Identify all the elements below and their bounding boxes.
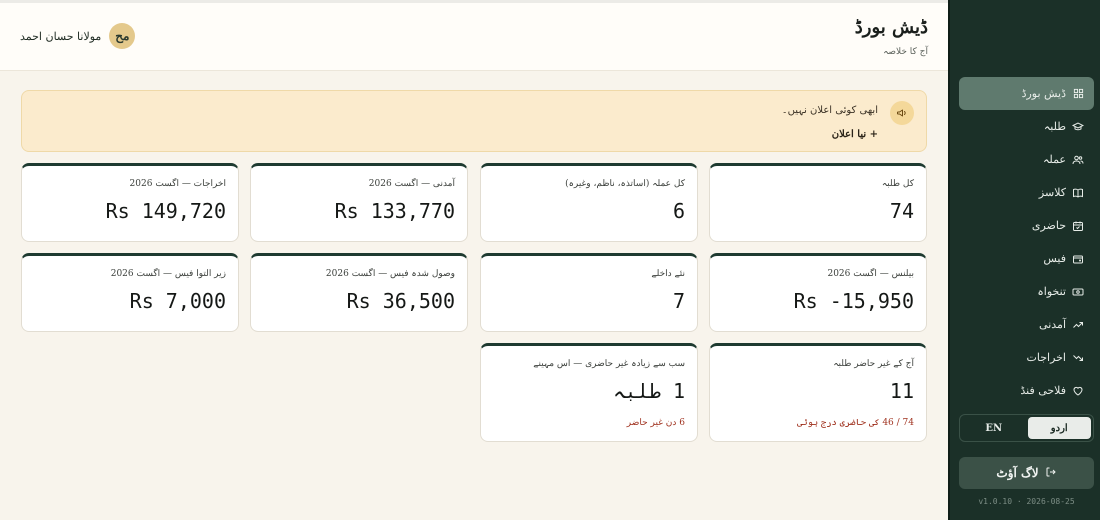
card-fees-received: وصول شدہ فیس — اگست 2026 Rs 36,500	[250, 253, 468, 332]
card-label: اخراجات — اگست 2026	[129, 179, 226, 189]
users-icon	[1072, 154, 1084, 166]
graduation-cap-icon	[1072, 121, 1084, 133]
card-value: Rs 36,500	[346, 289, 455, 313]
card-income: آمدنی — اگست 2026 Rs 133,770	[250, 163, 468, 242]
card-value: 74	[889, 199, 914, 223]
announcement-text: ابھی کوئی اعلان نہیں۔	[781, 105, 878, 116]
card-value: 6	[672, 199, 685, 223]
sidebar-item-label: تنخواہ	[1037, 285, 1066, 298]
sidebar-item-label: فیس	[1043, 252, 1066, 265]
card-value: Rs 149,720	[105, 199, 226, 223]
card-absent-today[interactable]: آج کے غیر حاضر طلبہ 11 74 / 46 کی حاضری …	[709, 343, 927, 442]
sidebar-item-classes[interactable]: کلاسز	[959, 176, 1094, 209]
trending-up-icon	[1072, 319, 1084, 331]
sidebar-item-label: فلاحی فنڈ	[1020, 384, 1066, 397]
new-announcement-link[interactable]: + نیا اعلان	[832, 129, 878, 140]
language-switcher: EN اردو	[959, 414, 1094, 442]
calendar-check-icon	[1072, 220, 1084, 232]
sidebar-item-expenses[interactable]: اخراجات	[959, 341, 1094, 374]
card-label: زیر التوا فیس — اگست 2026	[110, 269, 226, 279]
card-label: آمدنی — اگست 2026	[368, 179, 455, 189]
cash-icon	[1072, 286, 1084, 298]
page-title: ڈیش بورڈ	[854, 17, 928, 38]
logout-label: لاگ آؤٹ	[996, 466, 1039, 480]
avatar[interactable]: مح	[109, 23, 136, 49]
sidebar-edge	[948, 0, 950, 520]
sidebar-nav: ڈیش بورڈ طلبہ عملہ کلاسز حاضری فیس تنخوا…	[959, 77, 1094, 407]
card-label: آج کے غیر حاضر طلبہ	[833, 359, 914, 369]
sidebar-item-label: کلاسز	[1038, 186, 1066, 199]
wallet-icon	[1072, 253, 1084, 265]
sidebar-item-welfare-fund[interactable]: فلاحی فنڈ	[959, 374, 1094, 407]
megaphone-icon	[890, 101, 914, 125]
sidebar-item-salary[interactable]: تنخواہ	[959, 275, 1094, 308]
card-value: 7	[672, 289, 685, 313]
card-fees-pending: زیر التوا فیس — اگست 2026 Rs 7,000	[21, 253, 239, 332]
main-area: مح مولانا حسان احمد ڈیش بورڈ آج کا خلاصہ…	[0, 0, 948, 520]
lang-en-button[interactable]: EN	[962, 417, 1026, 439]
sidebar-item-attendance[interactable]: حاضری	[959, 209, 1094, 242]
card-new-admissions: نئے داخلے 7	[480, 253, 698, 332]
sidebar-item-label: طلبہ	[1043, 120, 1066, 133]
card-label: بیلنس — اگست 2026	[827, 269, 914, 279]
page-header: مح مولانا حسان احمد ڈیش بورڈ آج کا خلاصہ	[0, 3, 948, 71]
version-text: v1.0.10 · 2026-08-25	[978, 497, 1075, 506]
card-label: کل عملہ (اساتذہ، ناظم، وغیرہ)	[565, 179, 685, 189]
card-value: Rs 7,000	[129, 289, 226, 313]
sidebar-item-income[interactable]: آمدنی	[959, 308, 1094, 341]
logout-button[interactable]: لاگ آؤٹ	[959, 457, 1094, 489]
sidebar-item-staff[interactable]: عملہ	[959, 143, 1094, 176]
heart-icon	[1072, 385, 1084, 397]
page-subtitle: آج کا خلاصہ	[883, 47, 928, 57]
sidebar-item-label: عملہ	[1042, 153, 1066, 166]
card-value: Rs 133,770	[334, 199, 455, 223]
sidebar-item-label: اخراجات	[1026, 351, 1067, 364]
card-expenses: اخراجات — اگست 2026 Rs 149,720	[21, 163, 239, 242]
card-value: 1 طلبہ	[613, 379, 685, 403]
card-total-staff: کل عملہ (اساتذہ، ناظم، وغیرہ) 6	[480, 163, 698, 242]
sidebar-item-fees[interactable]: فیس	[959, 242, 1094, 275]
grid-icon	[1072, 88, 1084, 100]
card-value: 11	[889, 379, 914, 403]
sidebar-item-dashboard[interactable]: ڈیش بورڈ	[959, 77, 1094, 110]
logout-icon	[1045, 466, 1057, 481]
lang-urdu-button[interactable]: اردو	[1027, 417, 1091, 439]
card-label: وصول شدہ فیس — اگست 2026	[325, 269, 455, 279]
sidebar-item-label: ڈیش بورڈ	[1021, 87, 1066, 100]
card-note: 74 / 46 کی حاضری درج ہوئی	[797, 418, 914, 428]
card-value: Rs -15,950	[793, 289, 914, 313]
user-name: مولانا حسان احمد	[20, 29, 102, 43]
sidebar-item-label: آمدنی	[1039, 318, 1066, 331]
sidebar-item-label: حاضری	[1031, 219, 1066, 232]
card-label: کل طلبہ	[881, 179, 914, 189]
card-balance: بیلنس — اگست 2026 Rs -15,950	[709, 253, 927, 332]
card-label: نئے داخلے	[651, 269, 685, 279]
card-label: سب سے زیادہ غیر حاضری — اس مہینے	[533, 359, 685, 369]
trending-down-icon	[1072, 352, 1084, 364]
card-note: 6 دن غیر حاضر	[626, 418, 685, 428]
card-most-absent[interactable]: سب سے زیادہ غیر حاضری — اس مہینے 1 طلبہ …	[480, 343, 698, 442]
user-profile[interactable]: مح مولانا حسان احمد	[20, 23, 136, 49]
book-icon	[1072, 187, 1084, 199]
card-total-students: کل طلبہ 74	[709, 163, 927, 242]
sidebar-item-students[interactable]: طلبہ	[959, 110, 1094, 143]
announcement-banner: ابھی کوئی اعلان نہیں۔ + نیا اعلان	[21, 90, 927, 152]
